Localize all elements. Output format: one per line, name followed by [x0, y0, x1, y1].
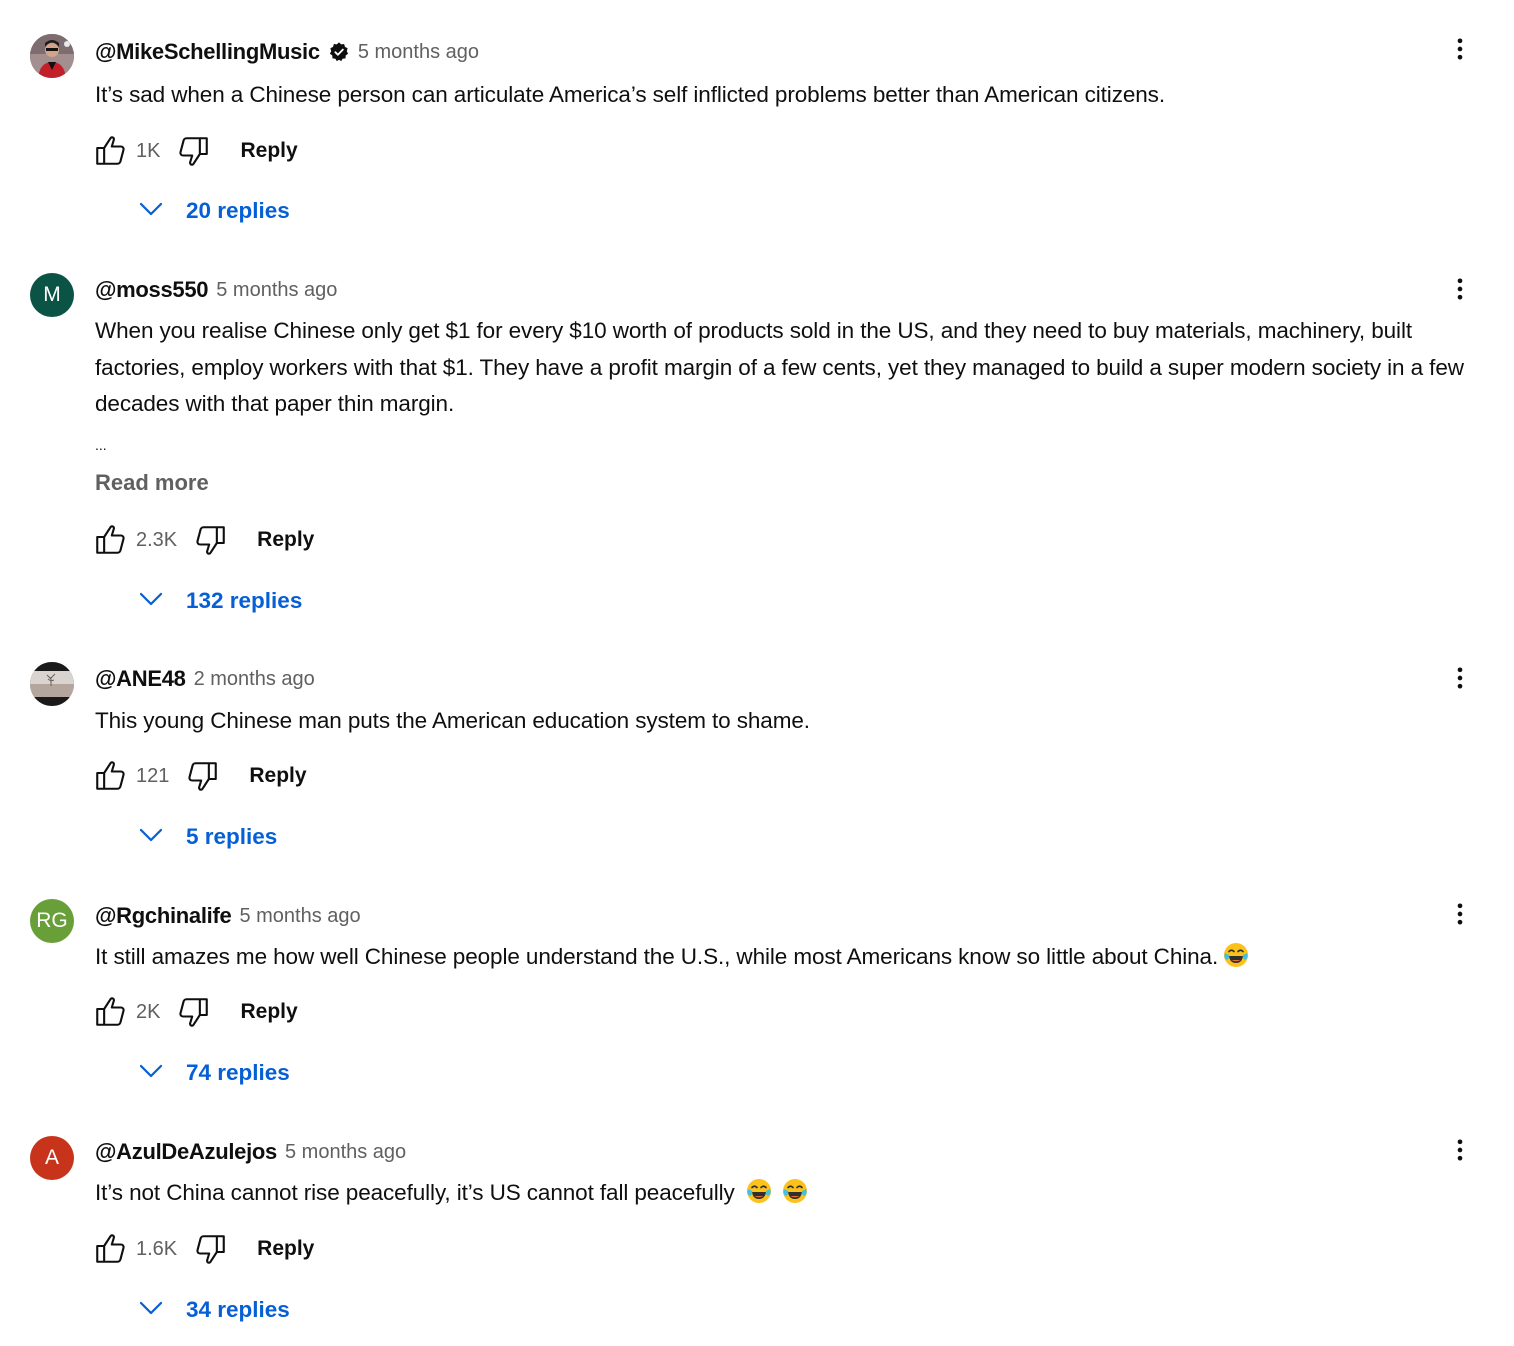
comment-header: @MikeSchellingMusic 5 months ago [95, 37, 479, 67]
like-count: 2.3K [136, 528, 178, 551]
reply-button[interactable]: Reply [240, 139, 297, 163]
comment-text: This young Chinese man puts the American… [95, 708, 810, 733]
view-replies-button[interactable]: 34 replies [136, 1290, 290, 1330]
like-count: 1.6K [136, 1237, 178, 1260]
view-replies-button[interactable]: 74 replies [136, 1053, 290, 1093]
author-name[interactable]: @Rgchinalife [95, 903, 232, 929]
dislike-icon[interactable] [191, 520, 231, 560]
view-replies-button[interactable]: 20 replies [136, 191, 290, 231]
replies-count: 34 replies [186, 1297, 290, 1322]
comment-text: It still amazes me how well Chinese peop… [95, 944, 1219, 969]
author-name[interactable]: @ANE48 [95, 666, 186, 692]
verified-icon [328, 41, 350, 63]
more-vert-icon[interactable] [1444, 271, 1476, 307]
comment-text-container: It still amazes me how well Chinese peop… [95, 939, 1500, 976]
comment-text-container: It’s not China cannot rise peacefully, i… [95, 1175, 1500, 1212]
comment-time[interactable]: 5 months ago [285, 1141, 406, 1164]
comment-time[interactable]: 5 months ago [239, 905, 360, 928]
comment-header: @Rgchinalife 5 months ago [95, 901, 361, 931]
like-icon[interactable] [90, 131, 130, 171]
dislike-icon[interactable] [174, 131, 214, 171]
author-name[interactable]: @AzulDeAzulejos [95, 1139, 277, 1165]
view-replies-button[interactable]: 132 replies [136, 581, 302, 621]
reply-button[interactable]: Reply [249, 764, 306, 788]
landscape-photo-icon [30, 662, 74, 706]
comment-text: It’s not China cannot rise peacefully, i… [95, 1180, 741, 1205]
comment-time[interactable]: 2 months ago [194, 668, 315, 691]
like-count: 121 [136, 764, 170, 787]
comment-actions: 2K Reply [90, 992, 298, 1032]
replies-count: 5 replies [186, 824, 278, 849]
comment-actions: 2.3K Reply [90, 520, 314, 560]
comment-text: It’s sad when a Chinese person can artic… [95, 82, 1165, 107]
dislike-icon[interactable] [174, 992, 214, 1032]
reply-button[interactable]: Reply [257, 528, 314, 552]
like-icon[interactable] [90, 756, 130, 796]
avatar[interactable]: A [30, 1136, 74, 1180]
more-vert-icon[interactable] [1444, 1132, 1476, 1168]
replies-count: 20 replies [186, 198, 290, 223]
avatar[interactable] [30, 662, 74, 706]
avatar-letter: RG [36, 909, 68, 932]
avatar[interactable] [30, 34, 74, 78]
view-replies-button[interactable]: 5 replies [136, 817, 277, 857]
comment-header: @moss550 5 months ago [95, 275, 337, 305]
comment-time[interactable]: 5 months ago [358, 41, 479, 64]
like-icon[interactable] [90, 992, 130, 1032]
replies-count: 74 replies [186, 1060, 290, 1085]
tears-of-joy-emoji-icon [1222, 941, 1250, 969]
author-name[interactable]: @MikeSchellingMusic [95, 39, 320, 65]
avatar[interactable]: M [30, 273, 74, 317]
comment-header: @ANE48 2 months ago [95, 664, 315, 694]
person-photo-icon [30, 34, 74, 78]
comment-actions: 121 Reply [90, 756, 307, 796]
avatar-letter: A [44, 1146, 59, 1169]
avatar[interactable]: RG [30, 899, 74, 943]
like-count: 1K [136, 139, 161, 162]
tears-of-joy-emoji-icon [781, 1177, 809, 1205]
truncation-ellipsis: ... [95, 437, 107, 453]
reply-button[interactable]: Reply [257, 1237, 314, 1261]
chevron-down-icon [136, 584, 166, 619]
more-vert-icon[interactable] [1444, 660, 1476, 696]
comment-actions: 1K Reply [90, 131, 298, 171]
dislike-icon[interactable] [183, 756, 223, 796]
chevron-down-icon [136, 1293, 166, 1328]
comment-header: @AzulDeAzulejos 5 months ago [95, 1137, 406, 1167]
dislike-icon[interactable] [191, 1229, 231, 1269]
more-vert-icon[interactable] [1444, 31, 1476, 67]
comment-text: When you realise Chinese only get $1 for… [95, 318, 1464, 416]
avatar-letter: M [43, 283, 61, 306]
replies-count: 132 replies [186, 588, 303, 613]
chevron-down-icon [136, 1056, 166, 1091]
like-count: 2K [136, 1000, 161, 1023]
reply-button[interactable]: Reply [240, 1000, 297, 1024]
like-icon[interactable] [90, 1229, 130, 1269]
tears-of-joy-emoji-icon [745, 1177, 773, 1205]
comment-time[interactable]: 5 months ago [216, 279, 337, 302]
like-icon[interactable] [90, 520, 130, 560]
more-vert-icon[interactable] [1444, 896, 1476, 932]
chevron-down-icon [136, 194, 166, 229]
chevron-down-icon [136, 820, 166, 855]
read-more-button[interactable]: Read more [95, 470, 209, 496]
comment-actions: 1.6K Reply [90, 1229, 314, 1269]
author-name[interactable]: @moss550 [95, 277, 209, 303]
